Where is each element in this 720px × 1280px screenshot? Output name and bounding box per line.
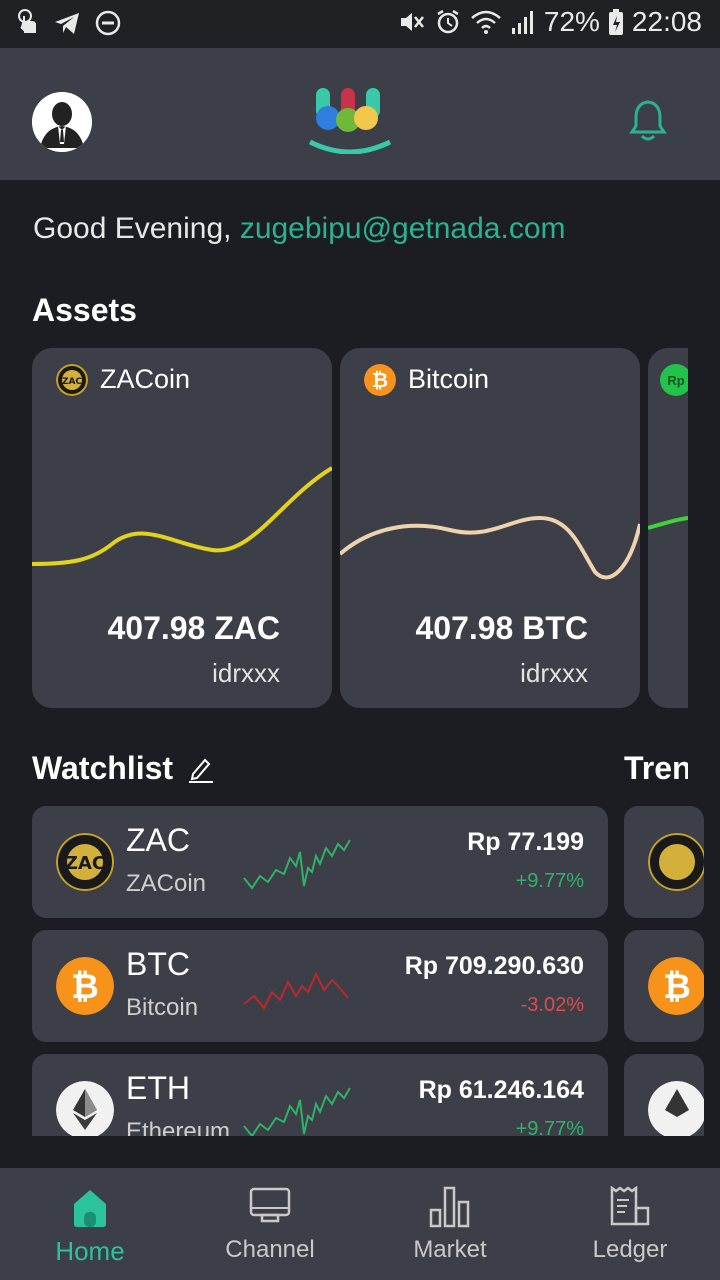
app-logo [306,84,394,155]
asset-name: Bitcoin [408,364,490,394]
nav-label: Market [413,1236,487,1263]
asset-name: ZACoin [100,364,191,394]
asset-amount: 407.98 ZAC [107,610,280,646]
home-icon [74,1190,106,1227]
do-not-disturb-icon [95,10,121,36]
asset-sparkline [648,516,688,530]
nav-market[interactable]: Market [360,1168,540,1280]
bottom-nav: Home Channel Market Ledger [0,1168,720,1280]
asset-card-rupiah[interactable]: Rp [648,348,688,708]
battery-icon [608,9,623,35]
mute-icon [400,13,424,31]
bitcoin-icon: ₿ [364,364,396,396]
zacoin-icon: ZAC [56,833,114,891]
watchlist[interactable]: ZAC ZAC ZACoin Rp 77.199 +9.77% ₿ BTC Bi… [0,800,720,1136]
coin-price: Rp 709.290.630 [404,952,584,980]
asset-currency: idrxxx [212,658,280,688]
watchlist-row-zac[interactable]: ZAC ZAC ZACoin Rp 77.199 +9.77% [32,806,608,918]
asset-sparkline [340,515,640,580]
ethereum-icon [648,1081,704,1136]
wifi-icon [471,10,501,34]
asset-card-bitcoin[interactable]: ₿ Bitcoin 407.98 BTC idrxxx [340,348,640,708]
touch-icon [18,9,36,33]
nav-label: Ledger [592,1236,668,1263]
asset-sparkline [32,466,332,566]
zacoin-icon: ZAC [56,364,88,396]
trending-title: Trending [624,750,688,787]
rupiah-icon: Rp [660,364,688,396]
svg-text:₿: ₿ [71,967,99,1007]
watchlist-title: Watchlist [32,750,174,786]
trending-card-eth[interactable] [624,1054,704,1136]
watchlist-row-eth[interactable]: ETH Ethereum Rp 61.246.164 +9.77% [32,1054,608,1136]
svg-text:ZAC: ZAC [62,377,82,387]
coin-change: +9.77% [515,870,584,892]
svg-text:ZAC: ZAC [65,853,105,874]
svg-text:₿: ₿ [372,368,388,392]
trending-card-btc[interactable]: ₿ [624,930,704,1042]
coin-name: Bitcoin [126,994,199,1021]
coin-name: ZACoin [126,870,207,897]
bitcoin-icon: ₿ [56,957,114,1015]
assets-carousel[interactable]: ZAC ZACoin 407.98 ZAC idrxxx ₿ Bitcoin 4… [32,348,688,708]
assets-title: Assets [32,292,137,328]
nav-ledger[interactable]: Ledger [540,1168,720,1280]
user-email[interactable]: zugebipu@getnada.com [240,212,566,245]
signal-icon [511,11,533,34]
coin-change: -3.02% [520,994,584,1016]
coin-change: +9.77% [515,1118,584,1136]
coin-name: Ethereum [126,1118,231,1136]
greeting: Good Evening, zugebipu@getnada.com [33,212,566,246]
watchlist-row-btc[interactable]: ₿ BTC Bitcoin Rp 709.290.630 -3.02% [32,930,608,1042]
mini-chart [243,971,349,1010]
watchlist-header: Watchlist [32,750,215,787]
nav-home[interactable]: Home [0,1168,180,1280]
svg-text:₿: ₿ [663,967,691,1007]
logo-icon [308,88,392,155]
notification-button[interactable] [628,98,668,142]
asset-amount: 407.98 BTC [415,610,588,646]
receipt-icon [610,1186,650,1226]
nav-channel[interactable]: Channel [180,1168,360,1280]
status-bar: 72% 22:08 [0,0,720,48]
coin-price: Rp 77.199 [467,828,584,856]
app-header [0,48,720,180]
coin-symbol: BTC [126,946,190,982]
mini-chart [243,1087,351,1136]
greeting-text: Good Evening, [33,212,240,245]
battery-percent: 72% [543,6,600,37]
mini-chart [243,839,351,890]
bar-chart-icon [429,1186,470,1228]
trending-title-text: Trending [624,750,688,786]
rupiah-icon-label: Rp [667,372,685,388]
telegram-icon [55,13,79,34]
coin-symbol: ETH [126,1070,190,1106]
zacoin-icon [648,833,704,891]
asset-card-zacoin[interactable]: ZAC ZACoin 407.98 ZAC idrxxx [32,348,332,708]
coin-price: Rp 61.246.164 [418,1076,584,1104]
monitor-icon [249,1187,291,1223]
edit-icon[interactable] [187,754,215,784]
ethereum-icon [56,1081,114,1136]
nav-label: Channel [225,1236,315,1263]
trending-card-zac[interactable] [624,806,704,918]
coin-symbol: ZAC [126,822,190,858]
nav-label: Home [55,1236,125,1266]
bitcoin-icon: ₿ [648,957,704,1015]
profile-icon [32,92,92,152]
asset-currency: idrxxx [520,658,588,688]
bell-icon [629,100,667,141]
avatar[interactable] [32,92,92,152]
alarm-icon [437,9,459,34]
clock: 22:08 [631,6,702,37]
